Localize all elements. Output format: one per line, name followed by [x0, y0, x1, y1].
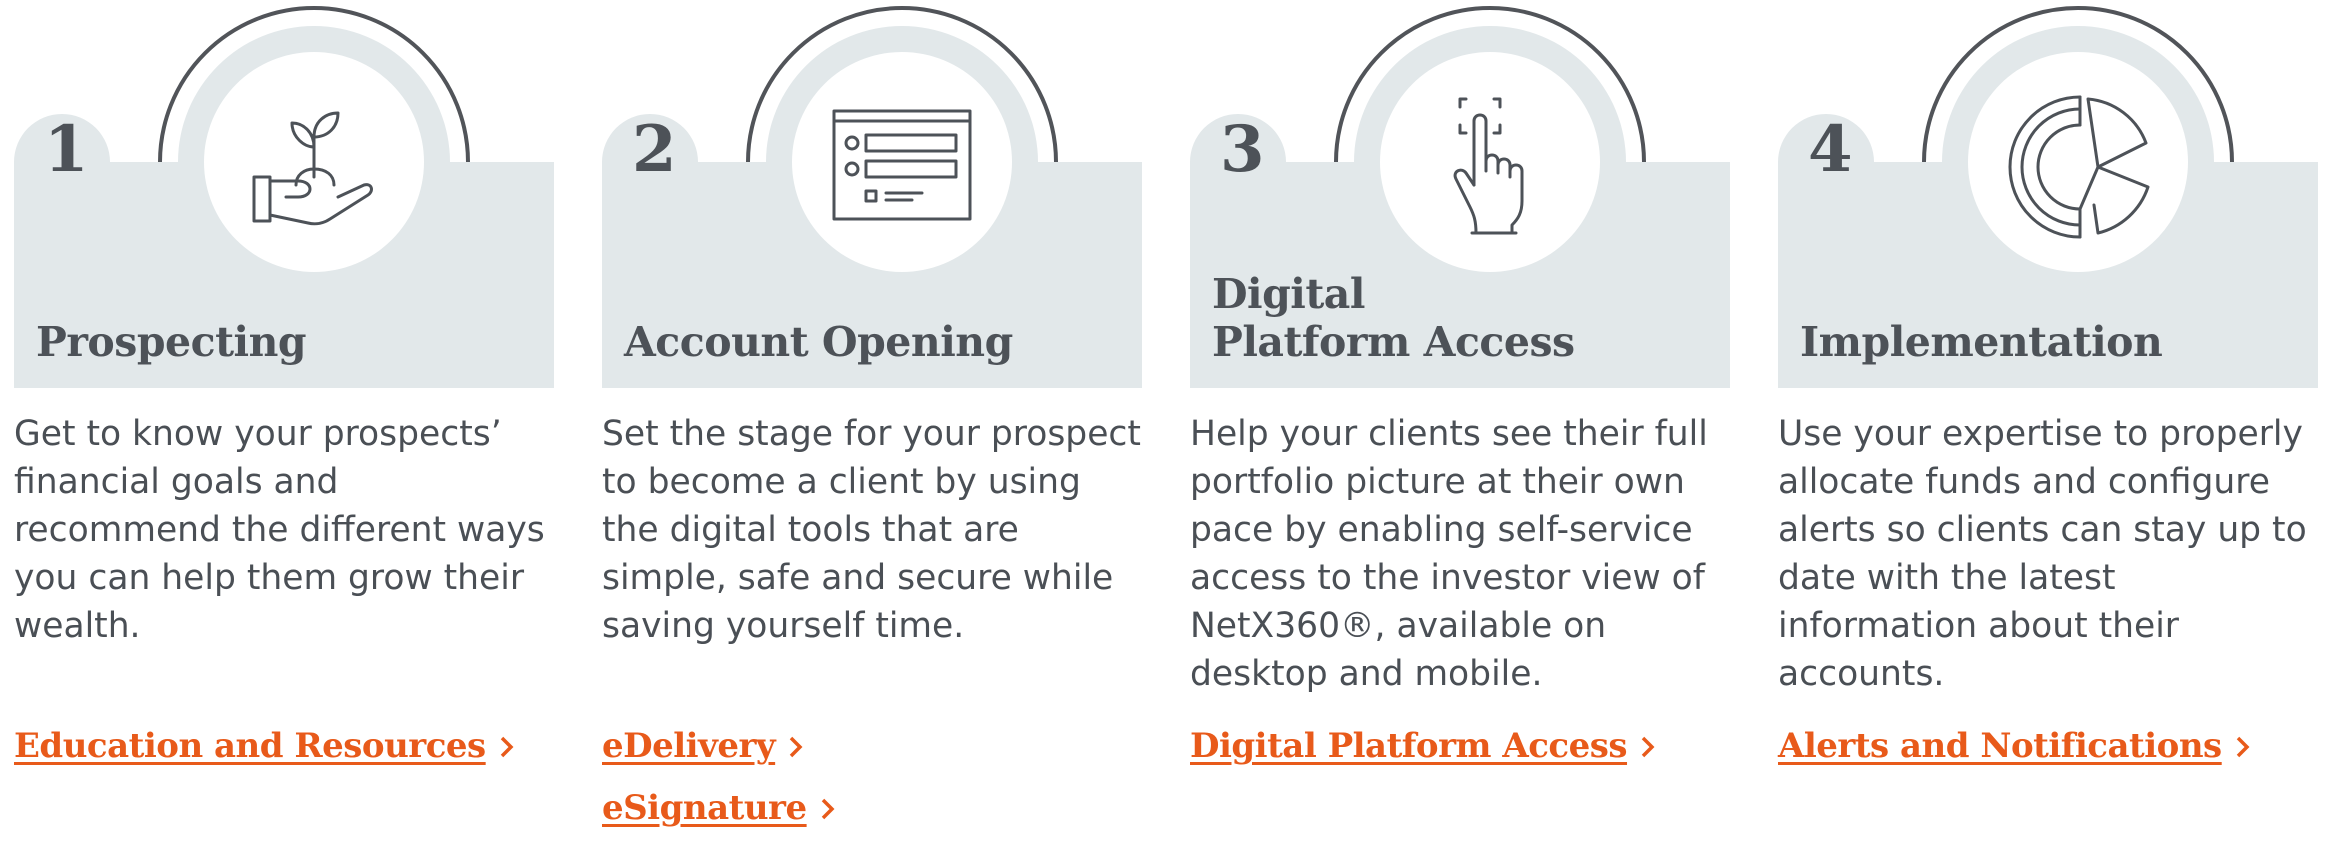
- allocation-chart-icon: [2008, 95, 2150, 239]
- step-header-card: 2 Account Opening: [602, 0, 1142, 390]
- link-label: Digital Platform Access: [1190, 726, 1628, 766]
- education-and-resources-link[interactable]: Education and Resources: [14, 726, 514, 766]
- process-steps: 1 Prospecting Get to know your prospects…: [0, 0, 2326, 836]
- link-label: Alerts and Notifications: [1778, 726, 2222, 766]
- step-prospecting: 1 Prospecting Get to know your prospects…: [14, 0, 554, 836]
- link-label: eSignature: [602, 788, 807, 828]
- step-number: 2: [632, 112, 677, 187]
- step-header-card: 3 Digital Platform Access: [1190, 0, 1730, 390]
- touch-hand-icon: [1453, 97, 1524, 235]
- step-links: Education and Resources: [14, 726, 514, 788]
- esignature-link[interactable]: eSignature: [602, 788, 835, 828]
- step-header-card: 1 Prospecting: [14, 0, 554, 390]
- online-form-icon: [832, 109, 972, 221]
- alerts-and-notifications-link[interactable]: Alerts and Notifications: [1778, 726, 2250, 766]
- step-description: Get to know your prospects’ financial go…: [14, 414, 545, 646]
- step-implementation: 4 Implementation Use your expertise to p…: [1778, 0, 2318, 836]
- step-title: Digital Platform Access: [1212, 270, 1575, 366]
- step-links: eDelivery eSignature: [602, 726, 835, 850]
- step-description: Use your expertise to properly allocate …: [1778, 414, 2307, 694]
- step-account-opening: 2 Account Opening Set the stage for your…: [602, 0, 1142, 836]
- step-number: 3: [1220, 112, 1265, 187]
- chevron-right-icon: [789, 736, 803, 758]
- step-header-card: 4 Implementation: [1778, 0, 2318, 390]
- link-label: eDelivery: [602, 726, 776, 766]
- step-title: Prospecting: [36, 318, 307, 366]
- plant-in-hand-icon: [252, 111, 373, 226]
- step-title: Account Opening: [624, 318, 1013, 366]
- step-number: 1: [44, 112, 89, 187]
- chevron-right-icon: [2236, 736, 2250, 758]
- step-title: Implementation: [1800, 318, 2163, 366]
- step-description: Set the stage for your prospect to becom…: [602, 414, 1141, 646]
- step-links: Digital Platform Access: [1190, 726, 1655, 788]
- chevron-right-icon: [500, 736, 514, 758]
- chevron-right-icon: [1641, 736, 1655, 758]
- step-number: 4: [1808, 112, 1853, 187]
- step-description: Help your clients see their full portfol…: [1190, 414, 1708, 694]
- link-label: Education and Resources: [14, 726, 486, 766]
- step-links: Alerts and Notifications: [1778, 726, 2250, 788]
- step-digital-platform-access: 3 Digital Platform Access Help your clie…: [1190, 0, 1730, 836]
- digital-platform-access-link[interactable]: Digital Platform Access: [1190, 726, 1655, 766]
- chevron-right-icon: [821, 798, 835, 820]
- edelivery-link[interactable]: eDelivery: [602, 726, 835, 766]
